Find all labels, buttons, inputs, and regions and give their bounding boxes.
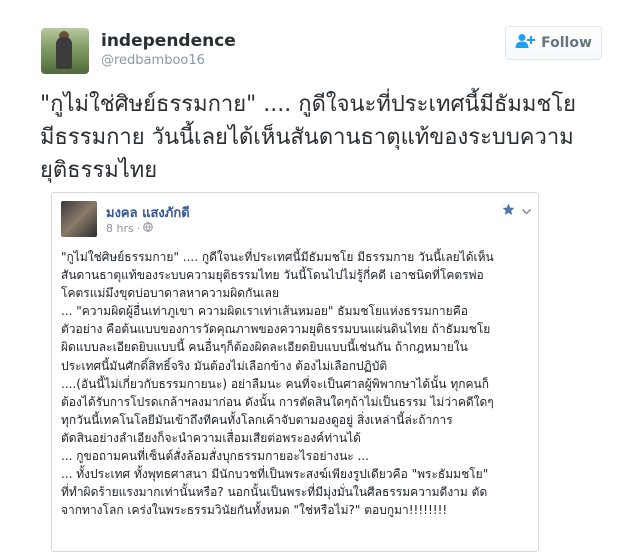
- chevron-down-icon[interactable]: [521, 202, 532, 215]
- post-body-line: ตัวอย่าง คือต้นแบบของการวัดคุณภาพของความ…: [61, 322, 491, 337]
- post-body-line: "กูไม่ใช่ศิษย์ธรรมกาย" .... กูดีใจนะที่ป…: [61, 250, 494, 264]
- post-body-line: ประเทศนี้มันศักดิ์สิทธิ์จริง มันต้องไม่เ…: [61, 358, 388, 373]
- tweet-text-line: "กูไม่ใช่ศิษย์ธรรมกาย" .... กูดีใจนะที่ป…: [40, 92, 577, 117]
- embedded-facebook-post[interactable]: มงคล แสงภักดี 8 hrs · "กูไม่ใช่ศิษย์ธรรม…: [51, 192, 539, 552]
- post-author-name[interactable]: มงคล แสงภักดี: [106, 202, 190, 223]
- follow-button[interactable]: Follow: [505, 26, 602, 60]
- post-body-line: โคตรแม่มึงขุดบ่อบาดาลหาความผิดกันเลย: [61, 286, 280, 301]
- tweet-text: "กูไม่ใช่ศิษย์ธรรมกาย" .... กูดีใจนะที่ป…: [40, 88, 605, 187]
- tweet-text-line: ยุติธรรมไทย: [40, 158, 158, 183]
- display-name[interactable]: independence: [101, 31, 236, 51]
- post-body-line: สันดานธาตุแท้ของระบบความยุติธรรมไทย วันน…: [61, 268, 484, 283]
- tweet-text-line: มีธรรมกาย วันนี้เลยได้เห็นสันดานธาตุแท้ข…: [40, 125, 574, 150]
- post-time[interactable]: 8 hrs: [106, 222, 134, 235]
- post-body-line: ... กูขอถามคนที่เซ็นต์สั่งล้อมสั่งบุกธรร…: [61, 449, 369, 464]
- post-body-line: จากทางโลก เคร่งในพระธรรมวินัยกันทั้งหมด …: [61, 503, 448, 518]
- post-body-line: ที่ทำผิดร้ายแรงมากเท่านั้นหรือ? นอกนั้นเ…: [61, 485, 488, 500]
- follow-button-label: Follow: [541, 35, 592, 51]
- post-author-avatar[interactable]: [61, 201, 97, 237]
- post-body-line: ... ทั้งประเทศ ทั้งพุทธศาสนา มีนักบวชที่…: [61, 467, 489, 482]
- post-body-line: ทุกวันนี้เทคโนโลยีมันเข้าถึงทีคนทั้งโลกเ…: [61, 412, 453, 427]
- meta-separator: ·: [136, 222, 141, 235]
- tweet-detail: independence @redbamboo16 Follow "กูไม่ใ…: [0, 0, 618, 556]
- avatar-figure: [56, 37, 72, 69]
- add-user-icon: [515, 33, 536, 53]
- user-handle[interactable]: @redbamboo16: [101, 53, 205, 68]
- post-body-line: ผิดแบบละเอียดยิบแบบนี้ คนอื่นๆก็ต้องผิดล…: [61, 340, 468, 355]
- post-body-line: ....(อันนี้ไม่เกี่ยวกับธรรมกายนะ) อย่าลื…: [61, 376, 489, 391]
- post-meta: 8 hrs ·: [106, 222, 154, 235]
- avatar[interactable]: [41, 28, 89, 74]
- post-body-line: ตัดสินอย่างลำเอียงก็จะนำความเสื่อมเสียต่…: [61, 430, 361, 445]
- post-body-line: ต้องได้รับการโปรดเกล้าฯลงมาก่อน ดังนั้น …: [61, 394, 494, 409]
- globe-icon: [143, 222, 154, 235]
- star-icon[interactable]: [502, 201, 515, 215]
- post-body-line: ... "ความผิดผู้อื่นเท่าภูเขา ความผิดเราเ…: [61, 304, 468, 319]
- post-body: "กูไม่ใช่ศิษย์ธรรมกาย" .... กูดีใจนะที่ป…: [61, 248, 533, 519]
